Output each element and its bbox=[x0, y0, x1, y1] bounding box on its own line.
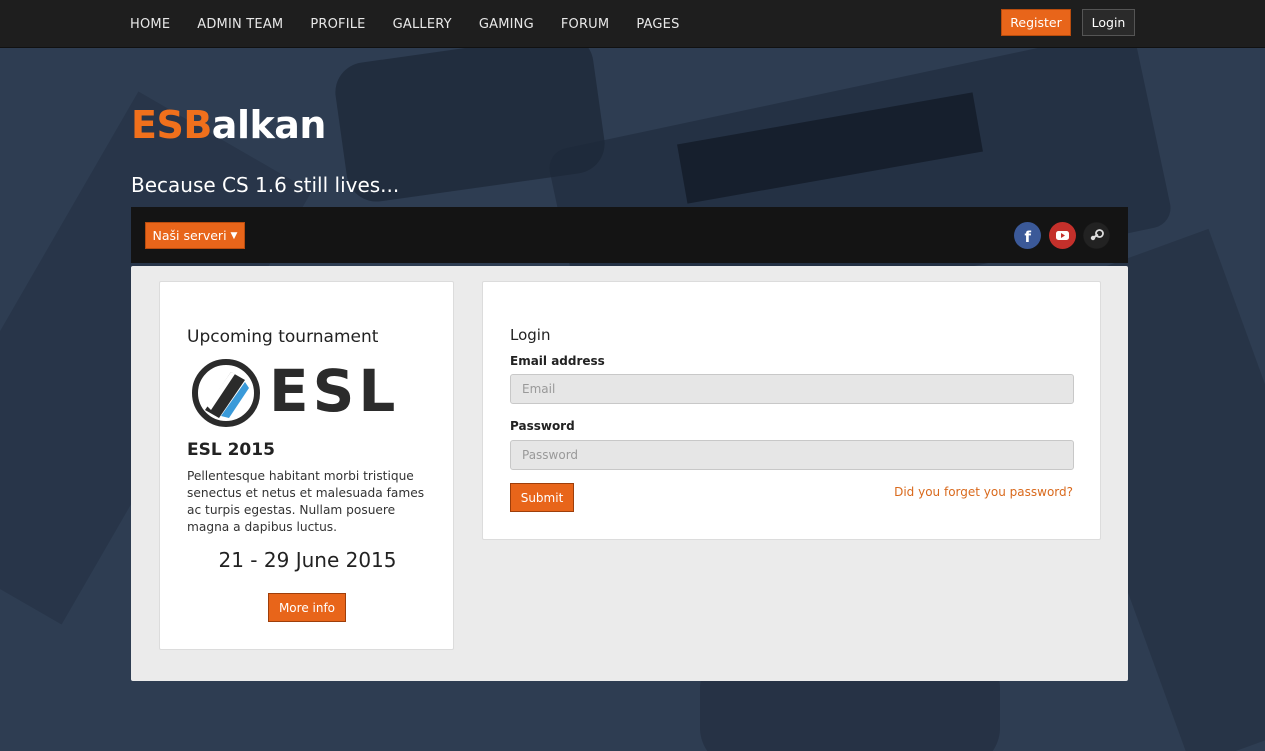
site-logo[interactable]: ESBalkan bbox=[131, 103, 326, 147]
event-description: Pellentesque habitant morbi tristique se… bbox=[187, 469, 425, 534]
nav-item-gaming[interactable]: GAMING bbox=[479, 17, 534, 32]
esl-logo: ESL bbox=[191, 357, 423, 428]
email-field[interactable] bbox=[510, 374, 1074, 404]
tournament-card: Upcoming tournament ESL ESL 2015 Pellent… bbox=[159, 281, 454, 650]
password-field[interactable] bbox=[510, 440, 1074, 470]
email-label: Email address bbox=[510, 354, 605, 368]
svg-text:f: f bbox=[1025, 228, 1032, 246]
nav-item-home[interactable]: HOME bbox=[130, 17, 170, 32]
esl-logo-text: ESL bbox=[269, 357, 400, 425]
logo-part-esb: ESB bbox=[131, 103, 212, 147]
main-content-panel: Upcoming tournament ESL ESL 2015 Pellent… bbox=[131, 266, 1128, 681]
nav-item-profile[interactable]: PROFILE bbox=[310, 17, 365, 32]
logo-part-alkan: alkan bbox=[211, 103, 327, 147]
nav-item-forum[interactable]: FORUM bbox=[561, 17, 609, 32]
caret-down-icon: ▼ bbox=[230, 230, 238, 241]
youtube-icon[interactable] bbox=[1049, 222, 1076, 249]
login-button[interactable]: Login bbox=[1082, 9, 1135, 36]
register-button[interactable]: Register bbox=[1001, 9, 1071, 36]
nav-item-gallery[interactable]: GALLERY bbox=[393, 17, 452, 32]
forgot-password-link[interactable]: Did you forget you password? bbox=[894, 485, 1073, 499]
nav-item-admin-team[interactable]: ADMIN TEAM bbox=[197, 17, 283, 32]
top-navbar: HOME ADMIN TEAM PROFILE GALLERY GAMING F… bbox=[0, 0, 1265, 48]
servers-dropdown-button[interactable]: Naši serveri ▼ bbox=[145, 222, 245, 249]
more-info-button[interactable]: More info bbox=[268, 593, 346, 622]
password-label: Password bbox=[510, 419, 575, 433]
site-tagline: Because CS 1.6 still lives... bbox=[131, 173, 400, 197]
facebook-icon[interactable]: f bbox=[1014, 222, 1041, 249]
login-card: Login Email address Password Submit Did … bbox=[482, 281, 1101, 540]
main-menu: HOME ADMIN TEAM PROFILE GALLERY GAMING F… bbox=[130, 0, 707, 48]
servers-dropdown-label: Naši serveri bbox=[152, 228, 227, 243]
event-title: ESL 2015 bbox=[187, 440, 275, 460]
submit-button[interactable]: Submit bbox=[510, 483, 574, 512]
nav-item-pages[interactable]: PAGES bbox=[636, 17, 679, 32]
sub-toolbar: Naši serveri ▼ f bbox=[131, 207, 1128, 263]
event-dates: 21 - 29 June 2015 bbox=[218, 548, 397, 572]
steam-icon[interactable] bbox=[1083, 222, 1110, 249]
login-heading: Login bbox=[510, 326, 551, 344]
tournament-heading: Upcoming tournament bbox=[187, 327, 379, 347]
